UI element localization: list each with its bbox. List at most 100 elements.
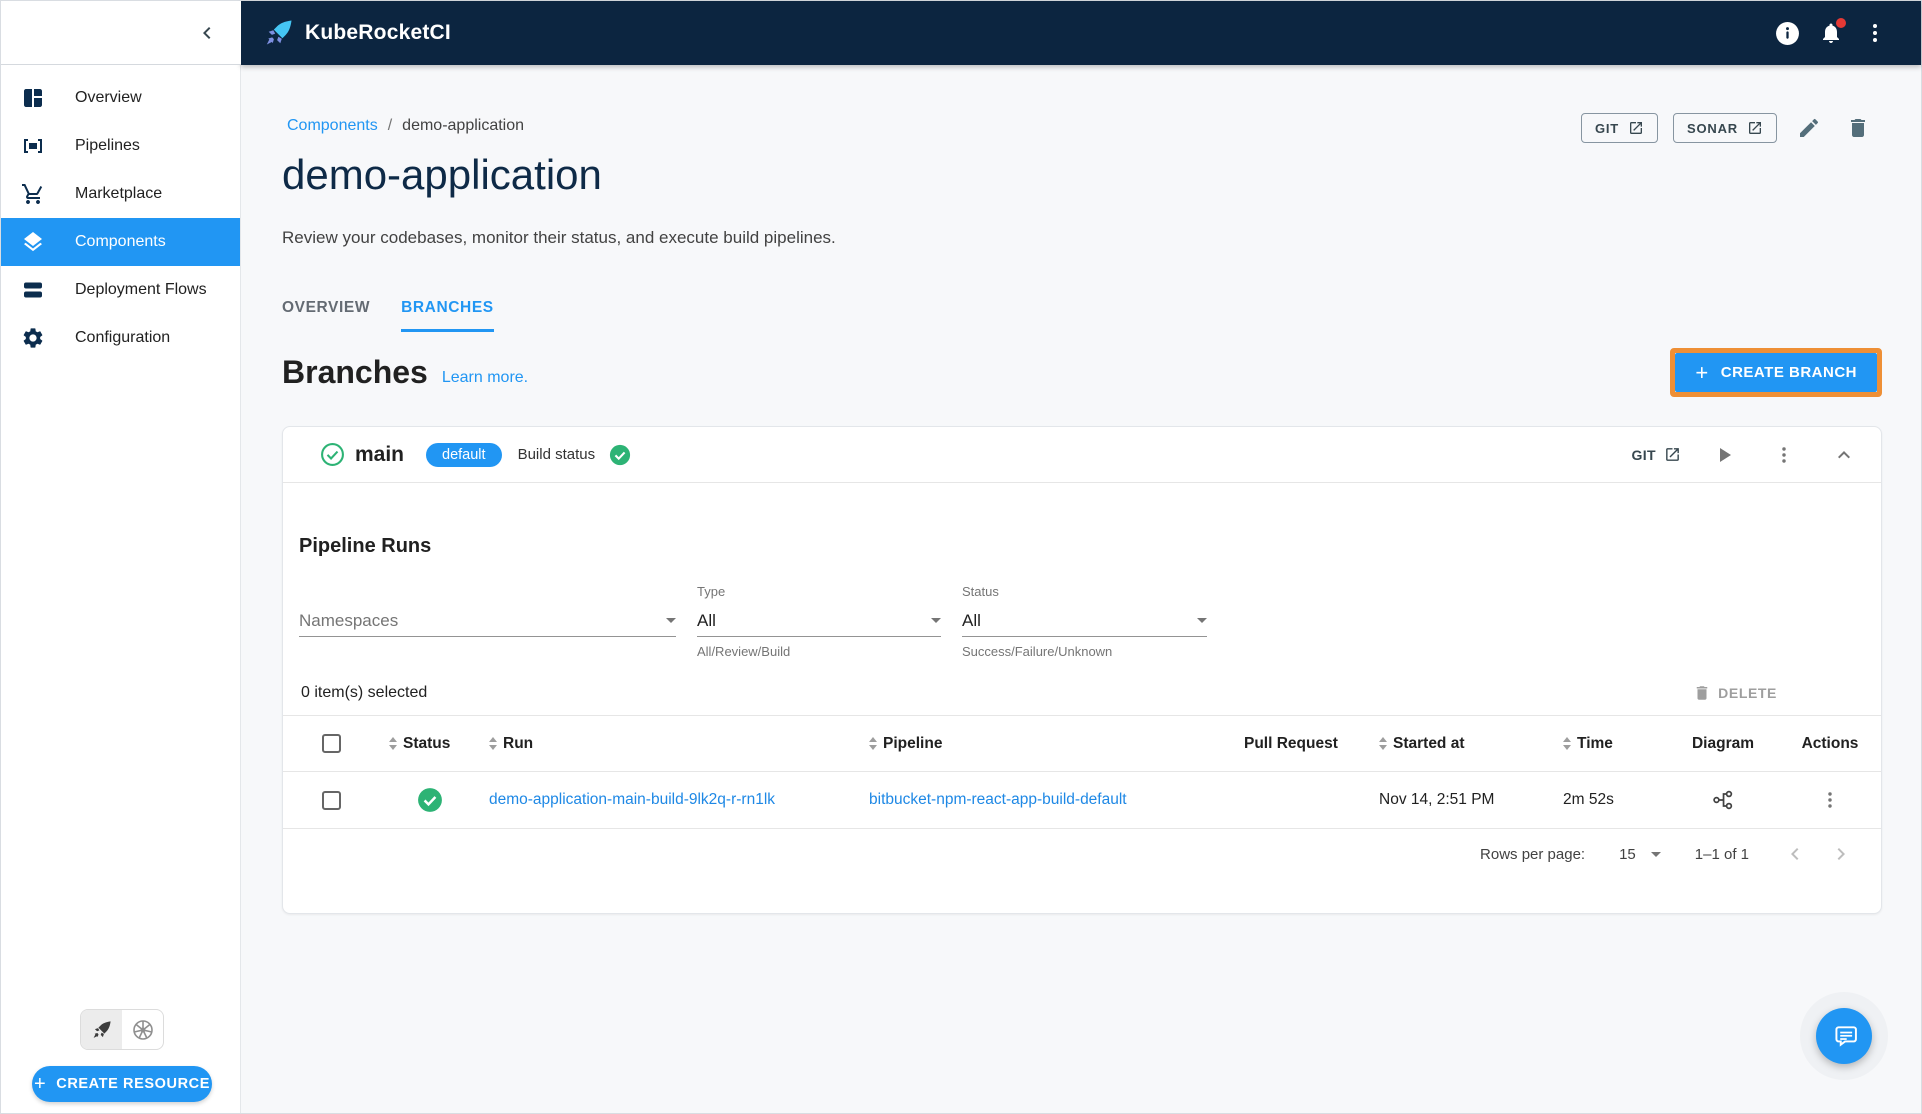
column-run[interactable]: Run: [473, 735, 853, 753]
diagram-tree-icon[interactable]: [1710, 787, 1736, 813]
next-page-icon[interactable]: [1829, 842, 1853, 866]
status-filter-helper: Success/Failure/Unknown: [962, 644, 1113, 659]
sonar-button[interactable]: SONAR: [1673, 113, 1777, 143]
create-resource-label: CREATE RESOURCE: [56, 1076, 211, 1092]
status-filter[interactable]: Status All Success/Failure/Unknown: [962, 584, 1207, 659]
sidebar-item-deployment-flows[interactable]: Deployment Flows: [1, 266, 240, 314]
sidebar-item-pipelines[interactable]: Pipelines: [1, 122, 240, 170]
chevron-down-icon: [931, 618, 941, 623]
type-filter-helper: All/Review/Build: [697, 644, 791, 659]
kubernetes-view-toggle[interactable]: [122, 1010, 163, 1049]
page-actions: GIT SONAR: [1580, 111, 1875, 145]
branches-heading: Branches: [282, 354, 428, 390]
column-started-at[interactable]: Started at: [1363, 735, 1547, 753]
chat-bubble-icon: [1835, 1026, 1857, 1047]
rocket-view-toggle[interactable]: [81, 1010, 122, 1049]
sidebar-header: [1, 1, 241, 65]
column-diagram: Diagram: [1691, 734, 1755, 752]
top-app-bar: KubeRocketCI: [241, 1, 1921, 65]
sidebar-nav: Overview Pipelines Marketplace Component…: [1, 65, 241, 1113]
rows-per-page-value: 15: [1619, 845, 1636, 863]
sort-icon[interactable]: [869, 737, 877, 750]
branch-git-link[interactable]: GIT: [1631, 446, 1681, 463]
type-filter[interactable]: Type All All/Review/Build: [697, 584, 941, 659]
breadcrumb: Components / demo-application: [287, 117, 524, 135]
column-pipeline[interactable]: Pipeline: [853, 735, 1228, 753]
collapse-chevron-up-icon[interactable]: [1827, 438, 1861, 472]
sort-icon[interactable]: [389, 737, 397, 750]
pagination-range: 1–1 of 1: [1694, 845, 1749, 863]
pipeline-runs-heading: Pipeline Runs: [299, 535, 432, 557]
sonar-button-label: SONAR: [1687, 120, 1738, 136]
delete-label: DELETE: [1718, 685, 1777, 701]
branches-header-row: Branches Learn more. + CREATE BRANCH: [282, 348, 1882, 397]
delete-selected-button[interactable]: DELETE: [1693, 684, 1777, 702]
layers-icon: [21, 230, 45, 254]
build-success-icon: [609, 444, 631, 466]
notification-badge: [1836, 18, 1846, 28]
table-row: demo-application-main-build-9lk2q-r-rn1l…: [283, 772, 1881, 829]
tab-overview[interactable]: OVERVIEW: [282, 289, 370, 332]
column-time[interactable]: Time: [1547, 735, 1667, 753]
chevron-down-icon: [1650, 851, 1661, 857]
sidebar-item-marketplace[interactable]: Marketplace: [1, 170, 240, 218]
default-badge: default: [426, 442, 502, 467]
column-status[interactable]: Status: [373, 735, 473, 753]
sidebar-item-overview[interactable]: Overview: [1, 74, 240, 122]
row-kebab-icon[interactable]: [1819, 789, 1841, 811]
sidebar-item-configuration[interactable]: Configuration: [1, 314, 240, 362]
delete-trash-icon[interactable]: [1841, 111, 1875, 145]
pipeline-name-link[interactable]: bitbucket-npm-react-app-build-default: [869, 791, 1127, 809]
run-name-link[interactable]: demo-application-main-build-9lk2q-r-rn1l…: [489, 791, 775, 809]
sort-icon[interactable]: [489, 737, 497, 750]
sort-icon[interactable]: [1379, 737, 1387, 750]
breadcrumb-components-link[interactable]: Components: [287, 117, 378, 135]
branch-card: main default Build status GIT Pipeline R…: [282, 426, 1882, 914]
git-button-label: GIT: [1594, 120, 1620, 136]
branch-git-label: GIT: [1631, 446, 1656, 463]
collapse-sidebar-icon[interactable]: [195, 21, 219, 45]
branch-actions: GIT: [1631, 438, 1861, 472]
edit-pencil-icon[interactable]: [1792, 111, 1826, 145]
external-link-icon: [1630, 122, 1643, 134]
app-logo: KubeRocketCI: [241, 17, 451, 49]
row-actions-cell: [1779, 789, 1881, 811]
sort-icon[interactable]: [1563, 737, 1571, 750]
namespaces-filter[interactable]: [299, 605, 676, 637]
namespaces-input[interactable]: [299, 610, 660, 631]
pipelines-icon: [21, 134, 45, 158]
external-link-icon: [1666, 448, 1679, 461]
breadcrumb-current: demo-application: [402, 117, 525, 134]
column-actions: Actions: [1801, 734, 1859, 752]
app-title: KubeRocketCI: [305, 21, 451, 44]
run-success-icon: [417, 787, 443, 813]
view-toggle-group: [80, 1009, 164, 1050]
branch-name: main: [355, 442, 405, 466]
dashboard-icon: [21, 86, 45, 110]
chevron-down-icon: [1197, 618, 1207, 623]
notifications-bell-icon[interactable]: [1818, 18, 1846, 46]
rows-per-page-select[interactable]: 15: [1619, 846, 1661, 863]
breadcrumb-separator: /: [387, 117, 393, 134]
select-all-checkbox[interactable]: [322, 734, 341, 753]
chat-fab-button[interactable]: [1816, 1008, 1872, 1064]
create-branch-label: CREATE BRANCH: [1720, 364, 1857, 381]
row-checkbox[interactable]: [322, 790, 341, 810]
type-filter-label: Type: [697, 584, 726, 599]
create-resource-button[interactable]: + CREATE RESOURCE: [32, 1066, 212, 1102]
kebab-menu-icon[interactable]: [1862, 20, 1888, 46]
sidebar-item-label: Overview: [75, 89, 142, 106]
git-button[interactable]: GIT: [1580, 113, 1659, 143]
run-play-icon[interactable]: [1707, 438, 1741, 472]
sidebar-item-label: Components: [75, 233, 166, 250]
info-icon[interactable]: [1774, 20, 1800, 46]
sidebar-item-components[interactable]: Components: [1, 218, 240, 266]
build-status-label: Build status: [517, 446, 596, 463]
branch-kebab-icon[interactable]: [1767, 438, 1801, 472]
learn-more-link[interactable]: Learn more.: [442, 369, 528, 387]
previous-page-icon[interactable]: [1783, 842, 1807, 866]
tab-branches[interactable]: BRANCHES: [401, 289, 494, 332]
create-branch-button[interactable]: + CREATE BRANCH: [1675, 353, 1877, 392]
page-title: demo-application: [282, 151, 602, 198]
status-filter-label: Status: [962, 584, 999, 599]
